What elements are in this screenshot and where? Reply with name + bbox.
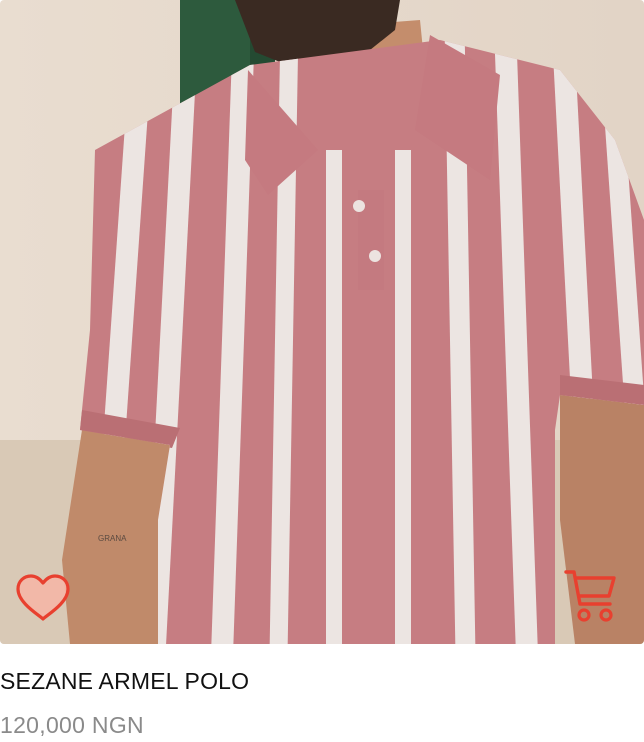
favorite-button[interactable] [12,570,74,626]
product-card[interactable]: GRANA SEZANE ARMEL POLO 120,000 NGN [0,0,644,742]
cart-icon [562,566,620,626]
add-to-cart-button[interactable] [560,564,622,628]
product-price: 120,000 NGN [0,712,144,738]
svg-text:GRANA: GRANA [98,534,127,543]
product-image[interactable]: GRANA [0,0,644,644]
product-name[interactable]: SEZANE ARMEL POLO [0,668,249,695]
heart-icon [14,573,72,623]
